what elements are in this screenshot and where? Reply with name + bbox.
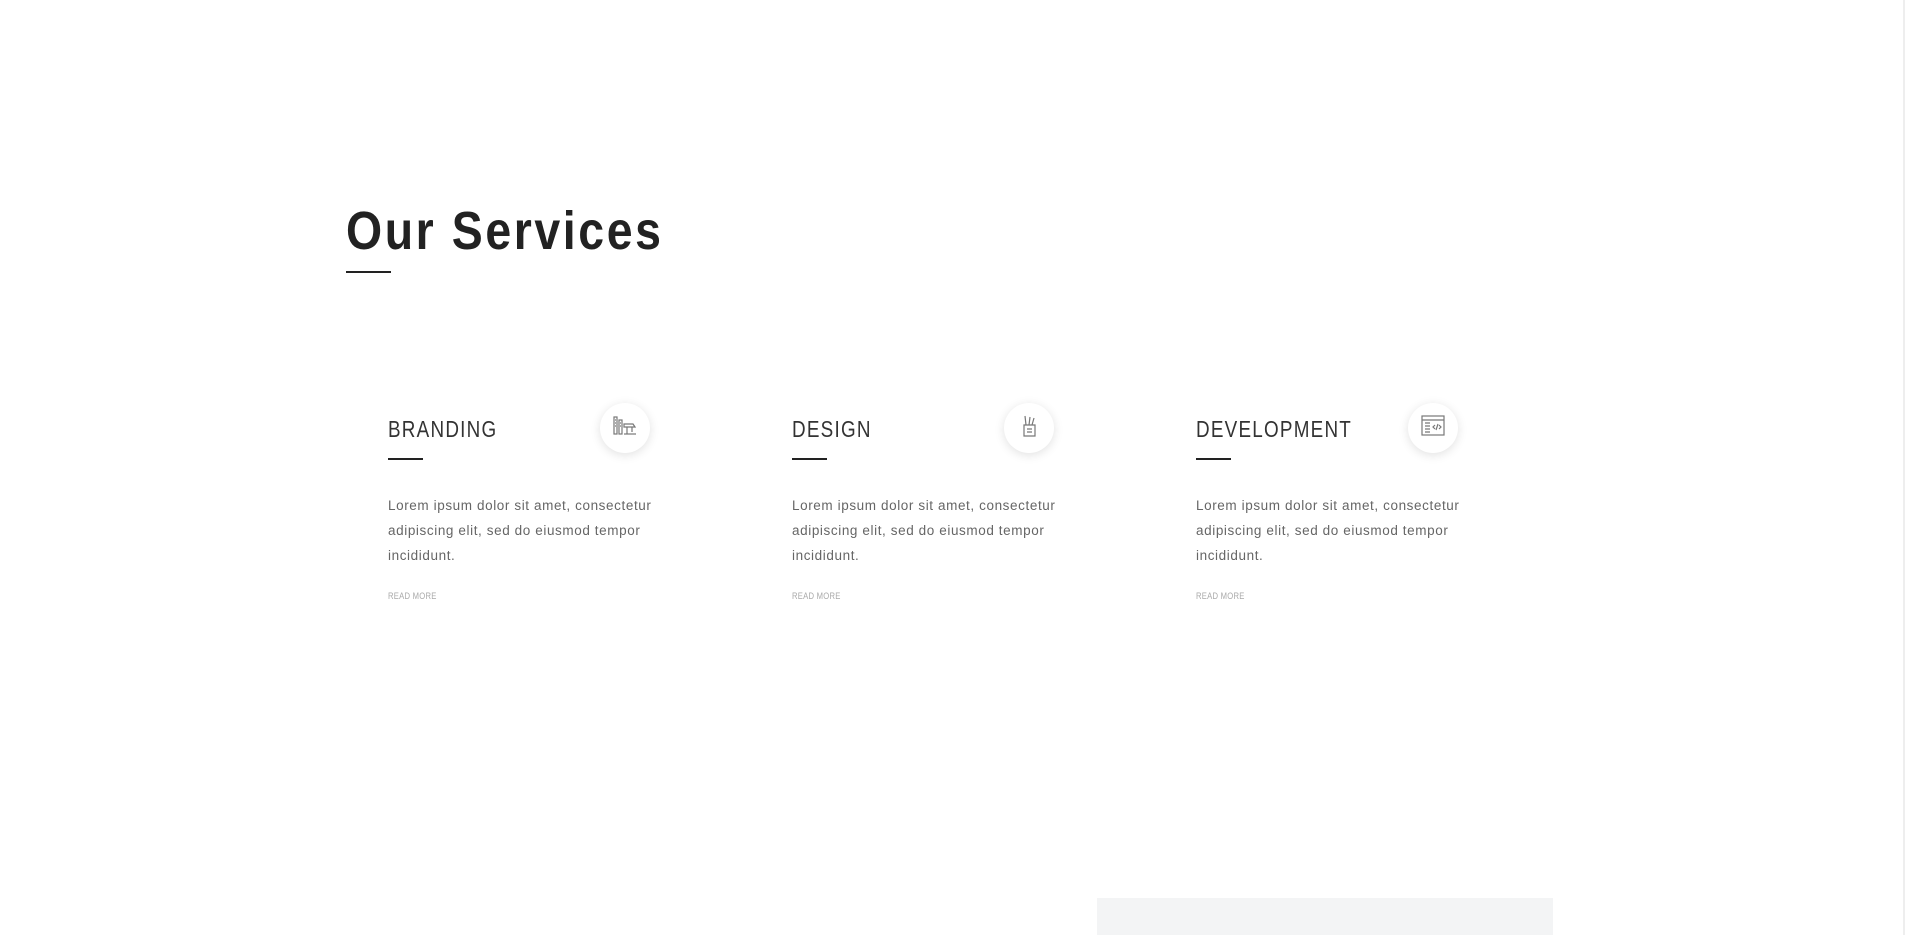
read-more-link[interactable]: READ MORE — [388, 591, 437, 601]
service-description: Lorem ipsum dolor sit amet, consectetur … — [388, 498, 652, 563]
read-more-link[interactable]: READ MORE — [792, 591, 841, 601]
service-title: BRANDING — [388, 416, 498, 442]
design-icon-button[interactable] — [1004, 403, 1054, 453]
section-title-underline — [346, 271, 391, 273]
service-title-underline — [1196, 458, 1231, 460]
service-card-branding: BRANDING Lorem ipsum dolor sit amet, con… — [346, 400, 676, 620]
service-title: DESIGN — [792, 416, 872, 442]
service-description: Lorem ipsum dolor sit amet, consectetur … — [1196, 498, 1460, 563]
service-card-development: DEVELOPMENT Lorem ipsum dolor sit amet, … — [1154, 400, 1484, 620]
branding-icon-button[interactable] — [600, 403, 650, 453]
service-card-design: DESIGN Lorem ipsum dolor sit amet, conse… — [750, 400, 1080, 620]
code-window-icon — [1419, 412, 1447, 445]
service-title-underline — [792, 458, 827, 460]
development-icon-button[interactable] — [1408, 403, 1458, 453]
section-title: Our Services — [346, 201, 664, 261]
design-pencil-cup-icon — [1015, 412, 1043, 445]
service-title: DEVELOPMENT — [1196, 416, 1353, 442]
read-more-link[interactable]: READ MORE — [1196, 591, 1245, 601]
service-title-underline — [388, 458, 423, 460]
branding-tools-icon — [611, 412, 639, 445]
next-section-panel — [1097, 898, 1553, 935]
page: Our Services BRANDING Lorem ipsum dolor … — [0, 0, 1905, 935]
service-description: Lorem ipsum dolor sit amet, consectetur … — [792, 498, 1056, 563]
